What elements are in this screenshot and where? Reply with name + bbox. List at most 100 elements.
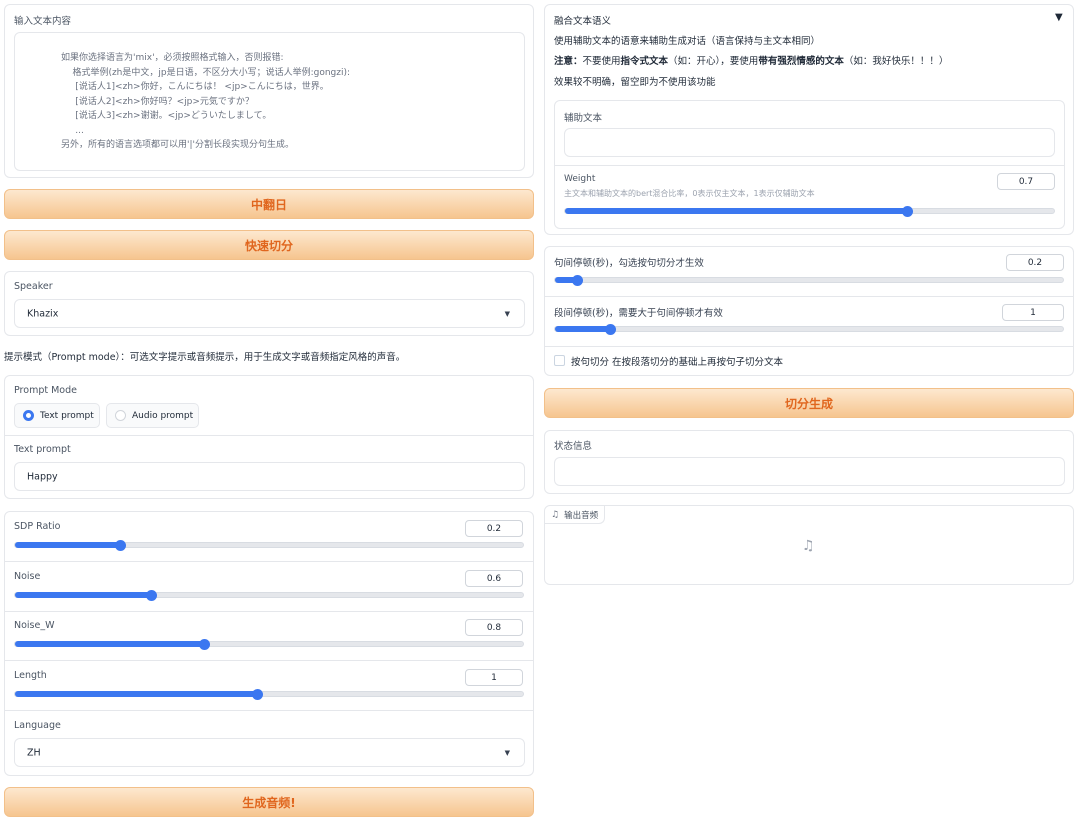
sdp-ratio-fill: [15, 542, 121, 548]
status-panel: 状态信息: [544, 430, 1074, 494]
noise-w-fill: [15, 641, 204, 647]
music-note-icon: ♫: [551, 509, 560, 520]
sentence-pause-number[interactable]: 0.2: [1006, 254, 1064, 271]
placeholder-line: [说话人3]<zh>谢谢。<jp>どういたしまして。: [61, 111, 272, 121]
speaker-value: Khazix: [27, 308, 59, 319]
divider: [5, 435, 533, 436]
output-audio-tag: ♫ 输出音频: [545, 506, 606, 524]
output-audio-panel: ♫ 输出音频 ♫: [544, 505, 1074, 585]
paragraph-pause-slider[interactable]: [554, 324, 1064, 335]
note-b: 指令式文本: [620, 56, 669, 67]
placeholder-line: 格式举例(zh是中文，jp是日语，不区分大小写；说话人举例:gongzi):: [61, 67, 351, 78]
language-label: Language: [14, 720, 61, 731]
divider: [5, 710, 533, 711]
prompt-mode-label: Prompt Mode: [14, 385, 77, 396]
fusion-accordion: 融合文本语义 ▼ 使用辅助文本的语意来辅助生成对话（语言保持与主文本相同） 注意…: [544, 4, 1074, 235]
weight-hint: 主文本和辅助文本的bert混合比率，0表示仅主文本，1表示仅辅助文本: [564, 189, 815, 198]
length-fill: [15, 691, 257, 697]
weight-slider[interactable]: [564, 206, 1055, 217]
text-prompt-label: Text prompt: [14, 444, 71, 455]
speaker-label: Speaker: [14, 281, 53, 292]
sdp-ratio-thumb[interactable]: [115, 540, 127, 551]
divider: [555, 165, 1064, 166]
input-text-panel: 输入文本内容 如果你选择语言为'mix'，必须按照格式输入，否则报错: 格式举例…: [4, 4, 534, 178]
translate-button[interactable]: 中翻日: [4, 189, 534, 219]
aux-text-label: 辅助文本: [564, 113, 603, 124]
sentence-pause-slider[interactable]: [554, 275, 1064, 286]
fusion-description: 使用辅助文本的语意来辅助生成对话（语言保持与主文本相同）: [554, 36, 821, 47]
audio-placeholder-icon: ♫: [802, 538, 815, 554]
paragraph-pause-fill: [555, 326, 610, 332]
weight-fill: [565, 208, 908, 214]
status-label: 状态信息: [554, 441, 593, 452]
noise-w-number[interactable]: 0.8: [465, 619, 523, 636]
language-dropdown[interactable]: ZH ▼: [14, 738, 525, 767]
divider: [545, 296, 1073, 297]
split-generate-button[interactable]: 切分生成: [544, 388, 1074, 418]
length-slider[interactable]: [14, 689, 524, 700]
chevron-down-icon: ▼: [504, 309, 510, 318]
note-prefix: 注意：: [554, 56, 583, 67]
weight-number[interactable]: 0.7: [997, 173, 1055, 190]
weight-label: Weight: [564, 174, 596, 184]
text-prompt-radio-label: Text prompt: [40, 410, 94, 421]
note-c: （如：开心），要使用: [668, 56, 759, 67]
sdp-ratio-slider[interactable]: [14, 540, 524, 551]
chevron-down-icon: ▼: [504, 748, 510, 757]
sdp-ratio-number[interactable]: 0.2: [465, 520, 523, 537]
sdp-ratio-label: SDP Ratio: [14, 521, 61, 532]
language-value: ZH: [27, 747, 41, 758]
sentence-pause-label: 句间停顿(秒)，勾选按句切分才生效: [554, 258, 704, 269]
note-a: 不要使用: [582, 56, 621, 67]
collapse-triangle-icon[interactable]: ▼: [1055, 12, 1063, 23]
paragraph-pause-label: 段间停顿(秒)，需要大于句间停顿才有效: [554, 308, 723, 319]
placeholder-line: 如果你选择语言为'mix'，必须按照格式输入，否则报错:: [61, 53, 284, 63]
placeholder-line: ...: [61, 125, 84, 136]
text-prompt-value: Happy: [27, 471, 58, 482]
text-prompt-input[interactable]: Happy: [14, 462, 525, 491]
placeholder-line: 另外，所有的语言选项都可以用'|'分割长段实现分句生成。: [61, 140, 294, 150]
radio-unselected-icon: [115, 410, 126, 421]
aux-text-input[interactable]: [564, 128, 1055, 157]
noise-label: Noise: [14, 571, 41, 582]
prompt-mode-description: 提示模式（Prompt mode）：可选文字提示或音频提示，用于生成文字或音频指…: [4, 352, 406, 363]
length-number[interactable]: 1: [465, 669, 523, 686]
speaker-dropdown[interactable]: Khazix ▼: [14, 299, 525, 328]
radio-selected-icon: [23, 410, 34, 421]
text-prompt-radio[interactable]: Text prompt: [14, 403, 100, 428]
length-thumb[interactable]: [251, 689, 263, 700]
weight-thumb[interactable]: [902, 206, 914, 217]
status-output: [554, 457, 1065, 486]
divider: [5, 611, 533, 612]
parameters-panel: SDP Ratio 0.2 Noise 0.6 Noise_W 0.8 Leng…: [4, 511, 534, 776]
pause-panel: 句间停顿(秒)，勾选按句切分才生效 0.2 段间停顿(秒)，需要大于句间停顿才有…: [544, 246, 1074, 376]
fusion-hint: 效果较不明确，留空即为不使用该功能: [554, 77, 716, 88]
split-by-sentence-label[interactable]: 按句切分 在按段落切分的基础上再按句子切分文本: [571, 354, 783, 368]
divider: [5, 660, 533, 661]
fusion-note: 注意：不要使用指令式文本（如：开心），要使用带有强烈情感的文本（如：我好快乐！！…: [554, 53, 948, 67]
generate-audio-button[interactable]: 生成音频!: [4, 787, 534, 817]
quick-split-button[interactable]: 快速切分: [4, 230, 534, 260]
output-audio-label: 输出音频: [564, 510, 599, 521]
noise-fill: [15, 592, 152, 598]
placeholder-line: [说话人2]<zh>你好吗？<jp>元気ですか？: [61, 96, 254, 107]
note-e: （如：我好快乐！！！）: [843, 56, 949, 67]
noise-w-label: Noise_W: [14, 620, 55, 631]
noise-w-thumb[interactable]: [198, 639, 210, 650]
split-by-sentence-checkbox[interactable]: [554, 355, 565, 366]
input-textarea[interactable]: 如果你选择语言为'mix'，必须按照格式输入，否则报错: 格式举例(zh是中文，…: [14, 32, 525, 171]
paragraph-pause-thumb[interactable]: [604, 324, 616, 335]
noise-slider[interactable]: [14, 590, 524, 601]
audio-prompt-radio-label: Audio prompt: [132, 410, 194, 421]
noise-w-slider[interactable]: [14, 639, 524, 650]
length-label: Length: [14, 670, 47, 681]
noise-number[interactable]: 0.6: [465, 570, 523, 587]
input-text-label: 输入文本内容: [14, 16, 72, 27]
paragraph-pause-number[interactable]: 1: [1002, 304, 1064, 321]
noise-thumb[interactable]: [146, 590, 158, 601]
prompt-panel: Prompt Mode Text prompt Audio prompt Tex…: [4, 375, 534, 499]
fusion-title[interactable]: 融合文本语义: [554, 13, 611, 27]
input-textarea-placeholder: 如果你选择语言为'mix'，必须按照格式输入，否则报错: 格式举例(zh是中文，…: [61, 51, 350, 153]
sentence-pause-thumb[interactable]: [572, 275, 584, 286]
audio-prompt-radio[interactable]: Audio prompt: [106, 403, 199, 428]
